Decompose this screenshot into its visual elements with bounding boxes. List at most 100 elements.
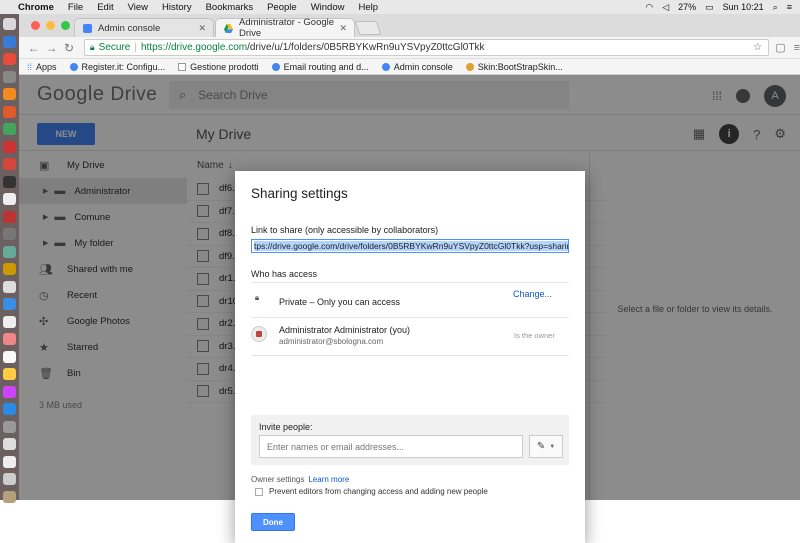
bookmark-label: Email routing and d... xyxy=(283,61,369,72)
menu-history[interactable]: History xyxy=(162,2,192,13)
prevent-editors-checkbox[interactable] xyxy=(255,487,263,496)
app-icon[interactable] xyxy=(3,490,16,503)
search-icon[interactable]: ⌕ xyxy=(773,2,778,13)
chevron-down-icon: ▼ xyxy=(549,443,556,450)
tab-admin-console[interactable]: Admin console ✕ xyxy=(74,18,214,37)
drive-page: Google Drive ⌕ Search Drive ⁞⁞⁞ A NEW My … xyxy=(19,75,800,543)
chrome-menu-icon[interactable]: ≡ xyxy=(794,42,800,54)
app-icon[interactable] xyxy=(3,333,16,345)
app-icon[interactable] xyxy=(3,473,16,485)
window-controls xyxy=(31,21,70,30)
bookmark-register[interactable]: Register.it: Configu... xyxy=(69,62,165,72)
app-icon[interactable] xyxy=(3,455,16,468)
app-icon[interactable] xyxy=(3,140,16,153)
menu-edit[interactable]: Edit xyxy=(97,2,113,13)
admin-console-favicon-icon xyxy=(83,23,92,33)
app-icon[interactable] xyxy=(3,105,16,118)
bookmark-admin-console[interactable]: Admin console xyxy=(381,61,453,72)
app-icon[interactable] xyxy=(3,53,16,65)
learn-more-link[interactable]: Learn more xyxy=(308,475,349,484)
url-host: https://drive.google.com xyxy=(140,42,248,53)
owner-settings: Owner settings Learn more xyxy=(251,475,349,484)
bookmark-skin[interactable]: Skin:BootStrapSkin... xyxy=(465,61,563,72)
permission-dropdown-button[interactable]: ✎ ▼ xyxy=(529,435,563,458)
bookmark-gestione[interactable]: Gestione prodotti xyxy=(178,62,259,72)
menu-file[interactable]: File xyxy=(68,2,83,13)
collaborator-name: Administrator Administrator (you) xyxy=(279,325,411,335)
app-icon[interactable] xyxy=(3,298,16,310)
access-level-text: Private – Only you can access xyxy=(279,297,401,307)
battery-icon: ▭ xyxy=(705,1,714,12)
app-icon[interactable] xyxy=(3,70,16,83)
menu-chrome[interactable]: Chrome xyxy=(18,2,54,13)
app-icon[interactable] xyxy=(3,228,16,240)
sharing-settings-dialog: Sharing settings Link to share (only acc… xyxy=(235,171,585,543)
menu-view[interactable]: View xyxy=(128,2,148,13)
close-tab-icon[interactable]: ✕ xyxy=(198,23,206,34)
notification-icon[interactable]: ≡ xyxy=(787,2,792,12)
change-access-link[interactable]: Change... xyxy=(513,289,552,299)
share-link-value: tps://drive.google.com/drive/folders/0B5… xyxy=(254,241,568,251)
app-icon[interactable] xyxy=(3,315,16,328)
forward-icon[interactable]: → xyxy=(43,41,61,55)
menu-window[interactable]: Window xyxy=(311,2,345,13)
app-icon[interactable] xyxy=(3,280,16,293)
done-button[interactable]: Done xyxy=(251,513,295,531)
new-tab-button[interactable] xyxy=(354,21,382,35)
app-icon[interactable] xyxy=(3,210,16,223)
appstore-icon[interactable] xyxy=(3,403,16,415)
tab-strip: Admin console ✕ Administrator - Google D… xyxy=(19,14,800,39)
firefox-icon[interactable] xyxy=(3,88,16,100)
prevent-editors-label: Prevent editors from changing access and… xyxy=(269,487,488,496)
menu-bookmarks[interactable]: Bookmarks xyxy=(206,2,254,13)
bookmark-label: Skin:BootStrapSkin... xyxy=(477,61,563,72)
separator: | xyxy=(134,42,137,53)
reload-icon[interactable]: ↻ xyxy=(60,41,78,55)
invite-email-input[interactable]: Enter names or email addresses... xyxy=(259,435,523,458)
bookmark-star-icon[interactable]: ☆ xyxy=(753,42,762,53)
app-icon[interactable] xyxy=(3,438,16,450)
share-link-field[interactable]: tps://drive.google.com/drive/folders/0B5… xyxy=(251,239,569,253)
tab-google-drive[interactable]: Administrator - Google Drive ✕ xyxy=(215,17,355,39)
finder-icon[interactable] xyxy=(3,18,16,30)
extension-icon[interactable]: ▢ xyxy=(775,41,785,54)
chrome-icon[interactable] xyxy=(3,123,16,135)
app-icon[interactable] xyxy=(3,263,16,275)
dialog-title: Sharing settings xyxy=(251,186,348,201)
terminal-icon[interactable] xyxy=(3,175,16,188)
menu-people[interactable]: People xyxy=(267,2,297,13)
app-icon[interactable] xyxy=(3,35,16,48)
close-window-icon[interactable] xyxy=(31,21,40,30)
app-icon[interactable] xyxy=(3,193,16,205)
app-icon[interactable] xyxy=(3,368,16,380)
doc-icon xyxy=(178,62,187,71)
skin-icon xyxy=(465,62,474,71)
bookmark-label: Admin console xyxy=(393,61,453,72)
app-icon[interactable] xyxy=(3,245,16,258)
menu-help[interactable]: Help xyxy=(358,2,378,13)
invite-section: Invite people: Enter names or email addr… xyxy=(251,415,569,465)
prevent-editors-option[interactable]: Prevent editors from changing access and… xyxy=(255,487,488,496)
battery-percent[interactable]: 27% xyxy=(678,2,696,12)
zoom-window-icon[interactable] xyxy=(61,21,70,30)
link-to-share-label: Link to share (only accessible by collab… xyxy=(251,225,439,235)
minimize-window-icon[interactable] xyxy=(46,21,55,30)
bookmark-label: Gestione prodotti xyxy=(190,61,259,72)
back-icon[interactable]: ← xyxy=(25,41,43,55)
app-icon[interactable] xyxy=(3,350,16,363)
bookmark-apps[interactable]: ⁞⁞ Apps xyxy=(27,62,57,72)
close-tab-icon[interactable]: ✕ xyxy=(339,23,347,34)
clock[interactable]: Sun 10:21 xyxy=(723,2,764,12)
tab-title: Admin console xyxy=(98,22,161,34)
app-icon[interactable] xyxy=(3,158,16,170)
address-bar[interactable]: 🔒︎ Secure | https://drive.google.com/dri… xyxy=(83,39,770,56)
apps-grid-icon: ⁞⁞ xyxy=(27,61,33,72)
wifi-icon[interactable]: ◠ xyxy=(645,2,653,13)
bookmark-email-routing[interactable]: Email routing and d... xyxy=(271,61,369,72)
user-avatar-icon xyxy=(251,326,267,342)
divider xyxy=(251,282,569,283)
access-row-private: 🔒︎ Private – Only you can access Change.… xyxy=(251,286,569,314)
itunes-icon[interactable] xyxy=(3,385,16,398)
app-icon[interactable] xyxy=(3,420,16,433)
volume-icon[interactable]: ◁ xyxy=(662,2,669,13)
